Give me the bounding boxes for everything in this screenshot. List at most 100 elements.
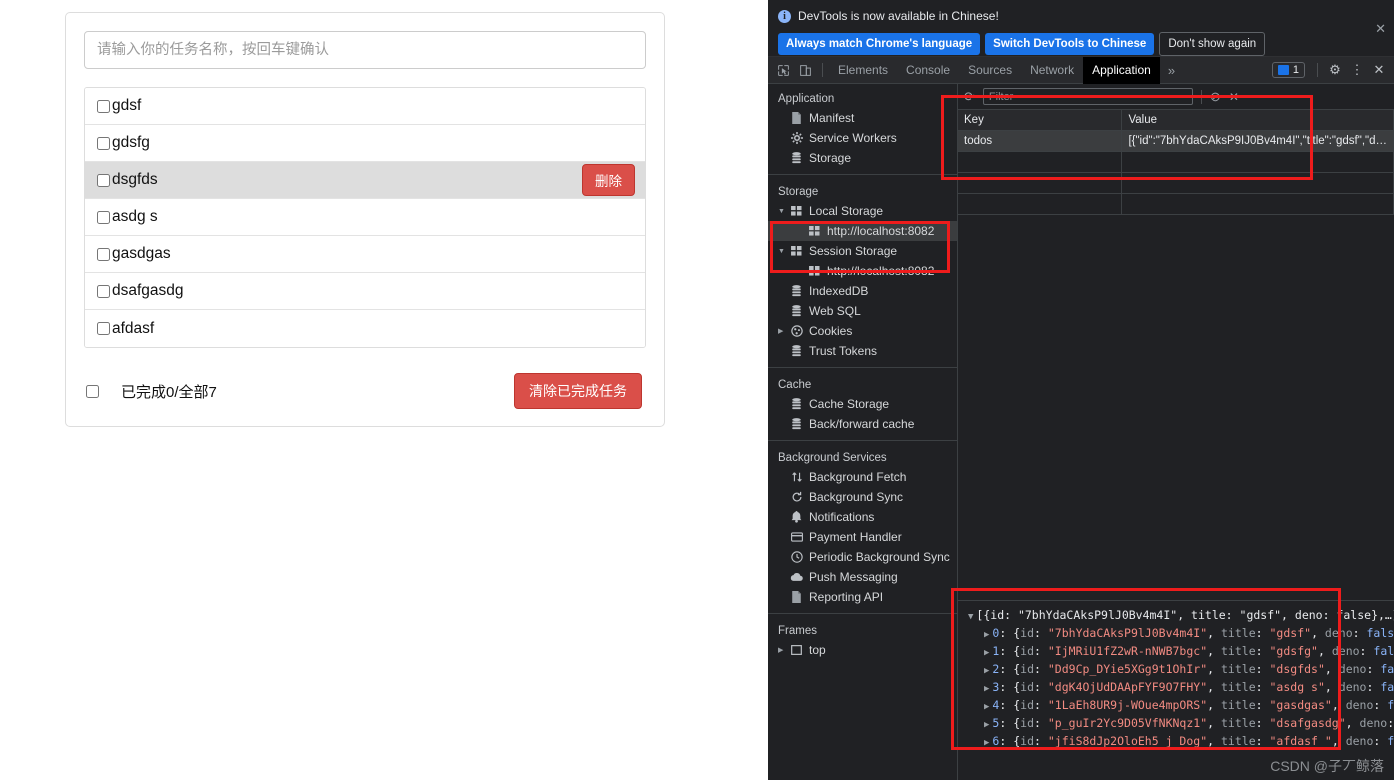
todo-item[interactable]: gdsf <box>85 88 645 125</box>
cell-key[interactable]: todos <box>958 130 1123 152</box>
json-entry-deno: false <box>1387 734 1394 748</box>
table-row[interactable]: todos [{"id":"7bhYdaCAksP9IJ0Bv4m4I","tit… <box>958 130 1394 152</box>
sidebar-item-cache-storage[interactable]: Cache Storage <box>768 394 957 414</box>
sidebar-item-indexeddb[interactable]: IndexedDB <box>768 281 957 301</box>
table-row-empty[interactable] <box>958 151 1394 173</box>
sidebar-item-payment-handler[interactable]: Payment Handler <box>768 527 957 547</box>
switch-to-chinese-button[interactable]: Switch DevTools to Chinese <box>985 33 1155 55</box>
kebab-menu-icon[interactable]: ⋮ <box>1346 59 1368 81</box>
sidebar-item-background-fetch[interactable]: Background Fetch <box>768 467 957 487</box>
json-entry-line[interactable]: ▶ 6: {id: "jfiS8dJp2OloEh5_j_Dog", title:… <box>968 733 1394 751</box>
json-entry-line[interactable]: ▶ 5: {id: "p_guIr2Yc9D05VfNKNqz1", title:… <box>968 715 1394 733</box>
todo-checkbox[interactable] <box>97 210 110 224</box>
more-tabs-icon[interactable]: » <box>1160 63 1183 78</box>
column-header-key[interactable]: Key <box>958 110 1123 131</box>
sidebar-item-back-forward-cache[interactable]: Back/forward cache <box>768 414 957 434</box>
table-row-empty[interactable] <box>958 193 1394 215</box>
chevron-down-icon[interactable]: ▼ <box>778 208 785 215</box>
sidebar-item-session-storage[interactable]: ▼ Session Storage <box>768 241 957 261</box>
sidebar-item-local-storage[interactable]: ▼ Local Storage <box>768 201 957 221</box>
cell-value-empty[interactable] <box>1121 172 1394 194</box>
sidebar-item-cookies[interactable]: ▶ Cookies <box>768 321 957 341</box>
close-devtools-icon[interactable]: ✕ <box>1368 59 1390 81</box>
sidebar-item-top[interactable]: ▶ top <box>768 640 957 660</box>
sidebar-item-label: Back/forward cache <box>809 417 915 431</box>
tab-network[interactable]: Network <box>1021 57 1083 84</box>
tab-sources[interactable]: Sources <box>959 57 1021 84</box>
always-match-language-button[interactable]: Always match Chrome's language <box>778 33 981 55</box>
todo-item[interactable]: asdg s <box>85 199 645 236</box>
sidebar-item-service-workers[interactable]: Service Workers <box>768 128 957 148</box>
cell-key-empty[interactable] <box>958 193 1123 215</box>
delete-todo-button[interactable]: 删除 <box>582 164 635 196</box>
todo-checkbox[interactable] <box>97 99 110 113</box>
chevron-right-icon[interactable]: ▶ <box>778 646 783 654</box>
delete-selected-icon[interactable]: ✕ <box>1229 90 1239 104</box>
todo-checkbox[interactable] <box>97 284 110 298</box>
clear-all-icon[interactable]: ⊘ <box>1210 89 1221 105</box>
todo-input[interactable] <box>84 31 646 69</box>
json-entry-line[interactable]: ▶ 0: {id: "7bhYdaCAksP9lJ0Bv4m4I", title:… <box>968 625 1394 643</box>
table-icon <box>808 266 821 276</box>
sidebar-item-storage[interactable]: Storage <box>768 148 957 168</box>
chevron-right-icon[interactable]: ▶ <box>984 648 989 658</box>
chevron-right-icon[interactable]: ▶ <box>778 327 783 335</box>
cell-key-empty[interactable] <box>958 172 1123 194</box>
chevron-down-icon[interactable]: ▼ <box>968 612 973 622</box>
todo-item[interactable]: afdasf <box>85 310 645 347</box>
sidebar-item-periodic-background-sync[interactable]: Periodic Background Sync <box>768 547 957 567</box>
tab-elements[interactable]: Elements <box>829 57 897 84</box>
todo-item[interactable]: dsgfds 删除 <box>85 162 645 199</box>
todo-item[interactable]: dsafgasdg <box>85 273 645 310</box>
sidebar-item-http-localhost-8082[interactable]: http://localhost:8082 <box>768 261 957 281</box>
clear-completed-button[interactable]: 清除已完成任务 <box>514 373 642 409</box>
json-root-line[interactable]: ▼ [{id: "7bhYdaCAksP9lJ0Bv4m4I", title: "… <box>968 607 1394 625</box>
todo-checkbox[interactable] <box>97 136 110 150</box>
filter-input[interactable] <box>982 88 1193 105</box>
device-toolbar-icon[interactable] <box>794 59 816 81</box>
inspect-element-icon[interactable] <box>772 59 794 81</box>
column-header-value[interactable]: Value <box>1121 110 1394 131</box>
sidebar-item-web-sql[interactable]: Web SQL <box>768 301 957 321</box>
table-row-empty[interactable] <box>958 172 1394 194</box>
issues-badge[interactable]: 1 <box>1271 62 1305 78</box>
todo-checkbox[interactable] <box>97 173 110 187</box>
cell-value[interactable]: [{"id":"7bhYdaCAksP9IJ0Bv4m4I","title":"… <box>1121 130 1394 152</box>
gear-icon[interactable]: ⚙ <box>1324 59 1346 81</box>
todo-list: gdsf gdsfg dsgfds 删除 asdg s gasdgas dsafgasdg a… <box>84 87 646 348</box>
chevron-right-icon[interactable]: ▶ <box>984 720 989 730</box>
chevron-right-icon[interactable]: ▶ <box>984 666 989 676</box>
select-all-checkbox[interactable] <box>86 384 99 398</box>
todo-checkbox[interactable] <box>97 247 110 261</box>
json-entry-line[interactable]: ▶ 4: {id: "1LaEh8UR9j-WOue4mpORS", title:… <box>968 697 1394 715</box>
cell-key-empty[interactable] <box>958 151 1123 173</box>
dont-show-again-button[interactable]: Don't show again <box>1159 32 1266 56</box>
todo-checkbox[interactable] <box>97 322 110 335</box>
cell-value-empty[interactable] <box>1121 193 1394 215</box>
sidebar-section-title: Background Services <box>778 452 887 464</box>
close-icon[interactable]: ✕ <box>1375 22 1386 35</box>
todo-item[interactable]: gdsfg <box>85 125 645 162</box>
json-entry-line[interactable]: ▶ 3: {id: "dgK4OjUdDAApFYF9O7FHY", title:… <box>968 679 1394 697</box>
sidebar-item-background-sync[interactable]: Background Sync <box>768 487 957 507</box>
chevron-right-icon[interactable]: ▶ <box>984 630 989 640</box>
sidebar-item-manifest[interactable]: Manifest <box>768 108 957 128</box>
sidebar-item-trust-tokens[interactable]: Trust Tokens <box>768 341 957 361</box>
json-entry-line[interactable]: ▶ 1: {id: "IjMRiU1fZ2wR-nNWB7bgc", title:… <box>968 643 1394 661</box>
sidebar-item-http-localhost-8082[interactable]: http://localhost:8082 <box>768 221 957 241</box>
chevron-right-icon[interactable]: ▶ <box>984 738 989 748</box>
cell-value-empty[interactable] <box>1121 151 1394 173</box>
tab-console[interactable]: Console <box>897 57 959 84</box>
sidebar-item-notifications[interactable]: Notifications <box>768 507 957 527</box>
chevron-down-icon[interactable]: ▼ <box>778 248 785 255</box>
json-entry-line[interactable]: ▶ 2: {id: "Dd9Cp_DYie5XGg9t1OhIr", title:… <box>968 661 1394 679</box>
sidebar-item-label: Periodic Background Sync <box>809 550 950 564</box>
refresh-icon[interactable]: ⟳ <box>964 89 975 105</box>
todo-footer: 已完成0/全部7 清除已完成任务 <box>84 373 646 409</box>
sidebar-item-push-messaging[interactable]: Push Messaging <box>768 567 957 587</box>
chevron-right-icon[interactable]: ▶ <box>984 702 989 712</box>
chevron-right-icon[interactable]: ▶ <box>984 684 989 694</box>
todo-item[interactable]: gasdgas <box>85 236 645 273</box>
tab-application[interactable]: Application <box>1083 56 1160 84</box>
sidebar-item-reporting-api[interactable]: Reporting API <box>768 587 957 607</box>
